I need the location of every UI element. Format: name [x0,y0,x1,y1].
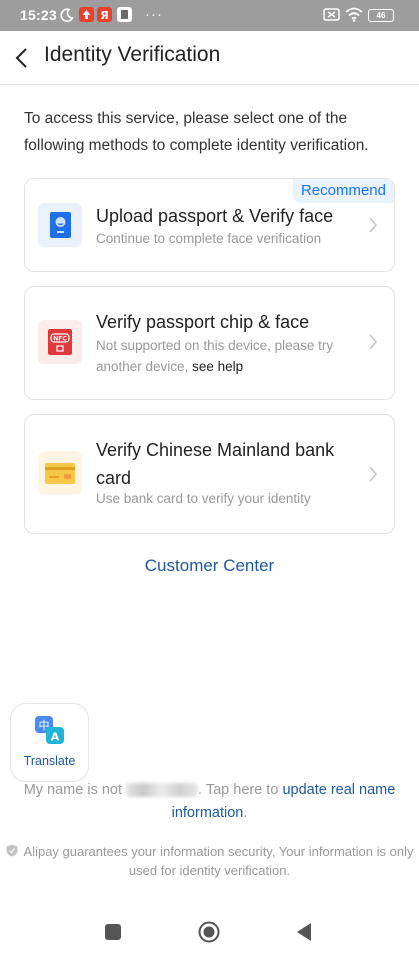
customer-center-link[interactable]: Customer Center [0,556,419,576]
nfc-passport-icon-container: NFC [38,320,82,364]
more-dots-icon: ··· [145,6,163,23]
passport-icon-container [38,203,82,247]
back-triangle-icon[interactable] [295,922,313,942]
method-title: Verify passport chip & face [96,312,310,332]
recommend-badge: Recommend [292,179,394,203]
method-card-passport-chip[interactable]: NFC Verify passport chip & face Not supp… [24,286,395,400]
passport-icon [50,212,71,238]
top-bar: Identity Verification [0,31,419,84]
method-title: Upload passport & Verify face [96,206,334,226]
nfc-label: NFC [53,336,67,343]
wifi-icon [345,7,363,22]
name-notice-middle: . Tap here to [198,782,279,798]
name-notice-suffix: . [243,805,248,821]
translate-icon: 中 A [35,716,64,744]
translate-label: Translate [23,754,76,768]
bank-card-icon [45,463,75,484]
svg-text:Я: Я [100,9,108,22]
method-title: Verify Chinese Mainland bank card [96,440,335,488]
method-subtitle: Use bank card to verify your identity [96,491,311,506]
moon-icon [60,8,74,22]
method-subtitle: Continue to complete face verification [96,231,322,246]
upload-app-icon [79,7,94,22]
page-title: Identity Verification [44,43,221,66]
chevron-right-icon [369,466,378,482]
translate-icon-a: A [51,731,60,744]
yandex-app-icon: Я [97,7,112,22]
bank-card-icon-container [38,451,82,495]
security-notice-text: Alipay guarantees your information secur… [23,844,414,878]
system-nav-bar [0,910,419,960]
name-notice-prefix: My name is not [23,782,123,798]
name-notice: My name is not . Tap here to update real… [0,779,419,825]
blurred-name [126,783,199,798]
method-card-passport-face[interactable]: Recommend Upload passport & Verify face … [24,178,395,272]
app-icon [117,7,132,22]
chevron-right-icon [369,217,378,233]
back-arrow-icon[interactable] [12,45,34,71]
status-time: 15:23 [20,7,57,23]
chevron-right-icon [369,334,378,350]
method-card-bank-card[interactable]: Verify Chinese Mainland bank card Use ba… [24,414,395,534]
security-notice: Alipay guarantees your information secur… [0,842,419,880]
see-help-link[interactable]: see help [192,359,243,374]
shield-icon [6,844,18,857]
divider [0,84,419,85]
method-subtitle: Not supported on this device, please try… [96,335,346,377]
translate-button[interactable]: 中 A Translate [10,703,89,782]
recent-apps-icon[interactable] [105,924,121,940]
home-icon[interactable] [198,921,220,943]
intro-text: To access this service, please select on… [24,110,369,154]
nfc-passport-icon: NFC [48,329,72,355]
sim-icon [323,8,340,21]
battery-icon: 46 [368,9,394,22]
status-bar: 15:23 Я ··· 46 [0,0,419,31]
